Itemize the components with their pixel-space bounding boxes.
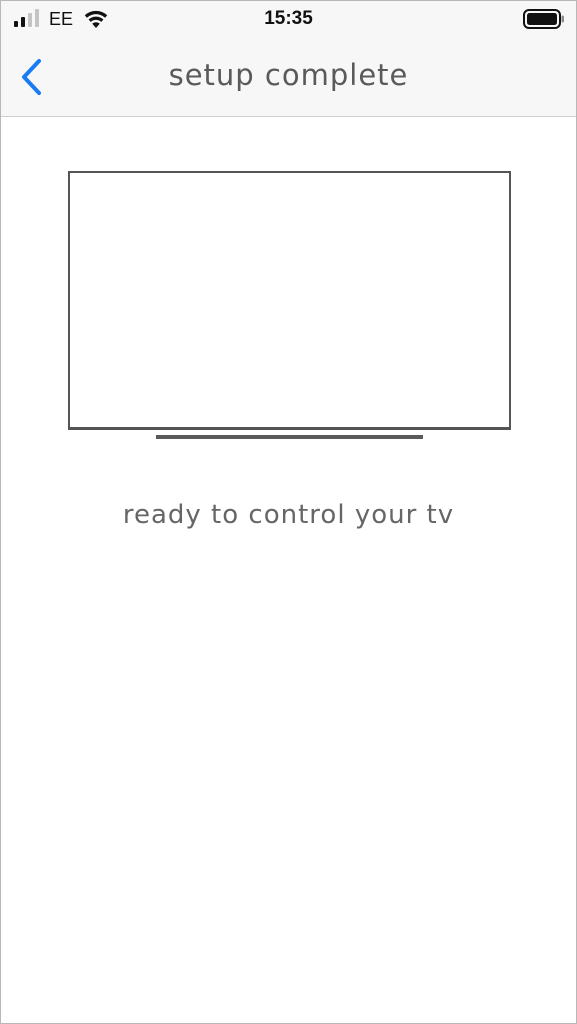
status-time: 15:35 — [264, 8, 313, 29]
app-screen: EE 15:35 setup complete ready to control… — [0, 0, 577, 1024]
status-bar: EE 15:35 — [1, 1, 576, 37]
tv-stand — [156, 435, 423, 439]
status-message: ready to control your tv — [122, 500, 455, 530]
battery-icon — [523, 9, 564, 29]
page-title: setup complete — [168, 58, 409, 92]
navigation-bar: setup complete — [1, 37, 576, 117]
tv-icon — [68, 171, 511, 430]
